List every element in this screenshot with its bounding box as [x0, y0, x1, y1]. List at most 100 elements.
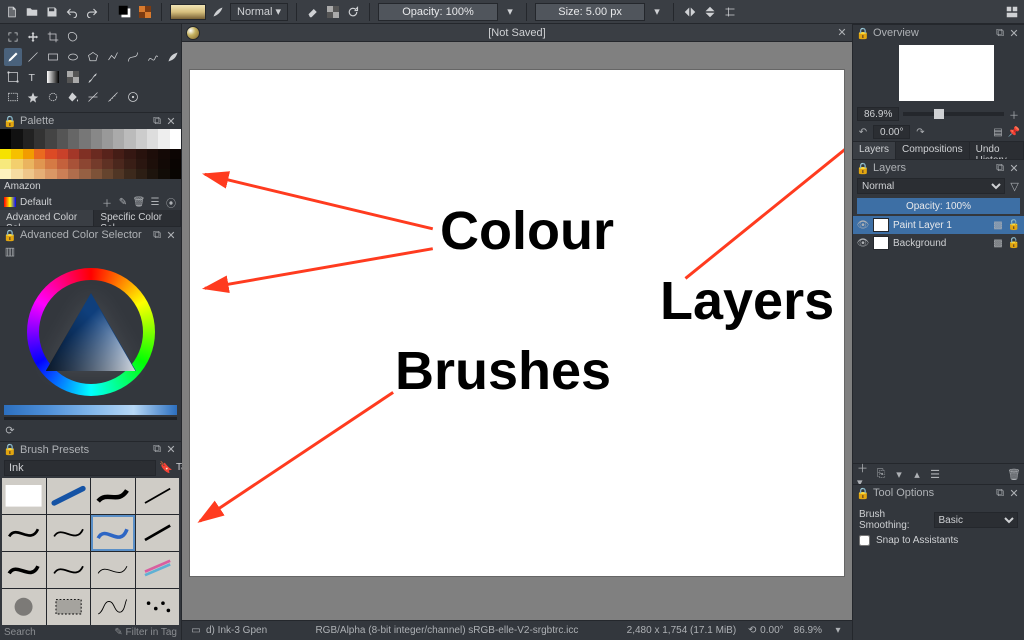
transform-tool-icon[interactable]	[4, 28, 22, 46]
close-icon[interactable]: ✕	[1008, 27, 1020, 39]
color-swatch[interactable]	[79, 169, 90, 179]
close-icon[interactable]: ✕	[165, 229, 177, 241]
color-swatch[interactable]	[91, 149, 102, 159]
color-swatch[interactable]	[170, 139, 181, 149]
lock-icon[interactable]: 🔒	[4, 115, 16, 127]
color-swatch[interactable]	[147, 149, 158, 159]
color-swatch[interactable]	[34, 149, 45, 159]
color-swatch[interactable]	[147, 139, 158, 149]
color-swatch[interactable]	[91, 129, 102, 139]
color-swatch[interactable]	[158, 169, 169, 179]
color-swatch[interactable]	[102, 159, 113, 169]
color-swatch[interactable]	[91, 139, 102, 149]
color-swatch[interactable]	[136, 149, 147, 159]
mirror-h-icon[interactable]	[682, 4, 698, 20]
overview-rotation-value[interactable]: 0.00°	[873, 125, 910, 139]
brush-preset[interactable]	[91, 589, 135, 625]
layer-visibility-icon[interactable]: 👁	[857, 219, 869, 231]
brush-preset[interactable]	[136, 552, 180, 588]
history-strip[interactable]	[4, 417, 177, 421]
fill-tool-icon[interactable]	[64, 88, 82, 106]
close-document-icon[interactable]: ✕	[836, 27, 848, 39]
close-icon[interactable]: ✕	[165, 115, 177, 127]
rot-pos-icon[interactable]: ↷	[914, 126, 926, 138]
color-swatch[interactable]	[11, 169, 22, 179]
similar-select-icon[interactable]	[44, 88, 62, 106]
float-icon[interactable]: ⧉	[994, 162, 1006, 174]
dyna-tool-icon[interactable]	[164, 48, 182, 66]
color-swatch[interactable]	[68, 149, 79, 159]
brush-preset[interactable]	[2, 552, 46, 588]
palette-swatches[interactable]	[0, 129, 181, 179]
color-swatch[interactable]	[45, 129, 56, 139]
wraparound-icon[interactable]	[722, 4, 738, 20]
brush-foot-filter[interactable]: ✎ Filter in Tag	[114, 627, 177, 638]
layer-visibility-icon[interactable]: 👁	[857, 237, 869, 249]
color-swatch[interactable]	[79, 139, 90, 149]
lock-icon[interactable]: 🔒	[857, 27, 869, 39]
color-swatch[interactable]	[0, 149, 11, 159]
opacity-menu-icon[interactable]: ▾	[502, 4, 518, 20]
edit-swatch-icon[interactable]: ✎	[117, 196, 129, 208]
palette-menu-icon[interactable]: ☰	[149, 196, 161, 208]
brush-preset[interactable]	[136, 515, 180, 551]
color-swatch[interactable]	[136, 139, 147, 149]
color-swatch[interactable]	[113, 169, 124, 179]
color-swatch[interactable]	[102, 149, 113, 159]
overview-grid-icon[interactable]: ▤	[992, 126, 1004, 138]
close-icon[interactable]: ✕	[165, 444, 177, 456]
tab-specific-color[interactable]: Specific Color Sel…	[94, 210, 181, 226]
canvas[interactable]: Colour Layers Brushes	[190, 70, 844, 576]
color-swatch[interactable]	[45, 169, 56, 179]
color-swatch[interactable]	[45, 139, 56, 149]
ellipse-tool-icon[interactable]	[64, 48, 82, 66]
color-swatch[interactable]	[0, 169, 11, 179]
color-swatch[interactable]	[102, 139, 113, 149]
line-tool-icon[interactable]	[24, 48, 42, 66]
float-icon[interactable]: ⧉	[994, 27, 1006, 39]
assist-tool-icon[interactable]	[84, 88, 102, 106]
color-profile-label[interactable]: RGB/Alpha (8-bit integer/channel) sRGB-e…	[315, 625, 578, 636]
color-swatch[interactable]	[158, 159, 169, 169]
color-swatch[interactable]	[68, 169, 79, 179]
tab-undo-history[interactable]: Undo History	[970, 142, 1024, 159]
color-swatch[interactable]	[113, 159, 124, 169]
acs-settings-icon[interactable]: ▥	[4, 245, 16, 257]
zoom-plus-icon[interactable]: ＋	[1008, 108, 1020, 120]
color-swatch[interactable]	[147, 169, 158, 179]
opacity-slider[interactable]: Opacity: 100%	[378, 3, 498, 21]
blend-mode-dropdown[interactable]: Normal ▾	[230, 3, 288, 21]
brush-tool-icon[interactable]	[4, 48, 22, 66]
color-swatch[interactable]	[34, 129, 45, 139]
color-swatch[interactable]	[0, 139, 11, 149]
new-file-icon[interactable]	[4, 4, 20, 20]
layer-row[interactable]: 👁Background▩🔓	[853, 234, 1024, 252]
crop-tool-icon[interactable]	[44, 28, 62, 46]
color-swatch[interactable]	[34, 169, 45, 179]
rect-tool-icon[interactable]	[44, 48, 62, 66]
freehand-path-icon[interactable]	[144, 48, 162, 66]
lock-icon[interactable]: 🔒	[4, 444, 16, 456]
brush-preset[interactable]	[2, 515, 46, 551]
layer-opacity-slider[interactable]: Opacity: 100%	[857, 198, 1020, 214]
save-file-icon[interactable]	[44, 4, 60, 20]
brush-preset[interactable]	[47, 515, 91, 551]
color-swatch[interactable]	[170, 129, 181, 139]
fgbg-swatch[interactable]	[117, 4, 133, 20]
move-down-icon[interactable]: ▾	[893, 468, 905, 480]
color-swatch[interactable]	[102, 129, 113, 139]
color-swatch[interactable]	[91, 159, 102, 169]
polyline-tool-icon[interactable]	[104, 48, 122, 66]
size-slider[interactable]: Size: 5.00 px	[535, 3, 645, 21]
lock-icon[interactable]: 🔒	[857, 487, 869, 499]
duplicate-layer-icon[interactable]: ⎘	[875, 468, 887, 480]
workspace-chooser-icon[interactable]	[1004, 4, 1020, 20]
layer-alpha-icon[interactable]: ▩	[992, 219, 1004, 231]
smoothing-dropdown[interactable]: Basic	[934, 512, 1018, 528]
layer-properties-icon[interactable]: ☰	[929, 468, 941, 480]
text-tool-icon[interactable]: T	[24, 68, 42, 86]
color-swatch[interactable]	[11, 149, 22, 159]
float-icon[interactable]: ⧉	[151, 444, 163, 456]
color-swatch[interactable]	[11, 129, 22, 139]
brush-preset-icon[interactable]	[210, 4, 226, 20]
